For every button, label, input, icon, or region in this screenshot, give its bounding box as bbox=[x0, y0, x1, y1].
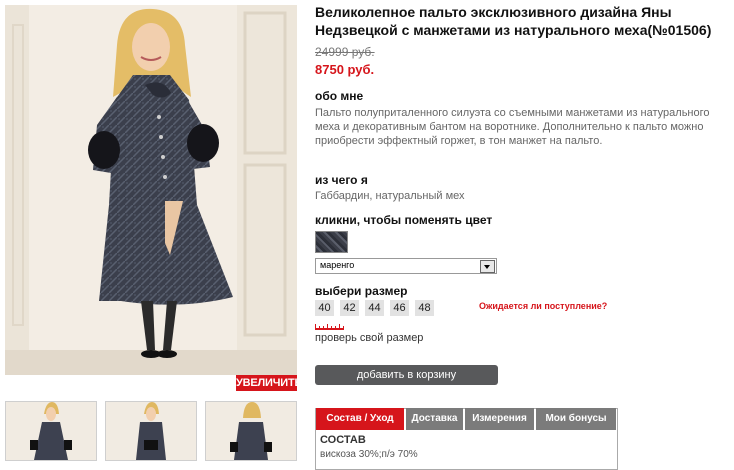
tab-bonuses[interactable]: Мои бонусы bbox=[536, 408, 616, 430]
size-option-44[interactable]: 44 bbox=[365, 300, 384, 316]
chevron-down-icon[interactable] bbox=[480, 260, 495, 273]
size-option-42[interactable]: 42 bbox=[340, 300, 359, 316]
about-heading: обо мне bbox=[315, 89, 364, 103]
zoom-button[interactable]: УВЕЛИЧИТЬ bbox=[236, 375, 302, 391]
color-dropdown[interactable]: маренго bbox=[315, 258, 497, 274]
check-size-link[interactable]: проверь свой размер bbox=[315, 332, 423, 344]
product-photo[interactable] bbox=[5, 5, 297, 375]
size-option-48[interactable]: 48 bbox=[415, 300, 434, 316]
size-option-40[interactable]: 40 bbox=[315, 300, 334, 316]
product-title: Великолепное пальто эксклюзивного дизайн… bbox=[315, 4, 712, 38]
tab-content-title: СОСТАВ bbox=[320, 434, 366, 446]
size-option-46[interactable]: 46 bbox=[390, 300, 409, 316]
size-heading: выбери размер bbox=[315, 284, 408, 298]
sale-price: 8750 руб. bbox=[315, 62, 375, 77]
ruler-icon bbox=[315, 324, 344, 330]
availability-link[interactable]: Ожидается ли поступление? bbox=[479, 301, 607, 311]
material-text: Габбардин, натуральный мех bbox=[315, 190, 465, 202]
about-text: Пальто полуприталенного силуэта со съемн… bbox=[315, 107, 710, 147]
tab-delivery[interactable]: Доставка bbox=[406, 408, 463, 430]
color-dropdown-value: маренго bbox=[320, 260, 355, 270]
tab-content-text: вискоза 30%;п/э 70% bbox=[320, 449, 418, 460]
color-heading: кликни, чтобы поменять цвет bbox=[315, 213, 493, 227]
thumbnail-1[interactable] bbox=[5, 401, 97, 461]
tab-composition-care[interactable]: Состав / Уход bbox=[316, 408, 404, 430]
material-heading: из чего я bbox=[315, 173, 368, 187]
thumbnail-3[interactable] bbox=[205, 401, 297, 461]
add-to-cart-button[interactable]: добавить в корзину bbox=[315, 365, 498, 385]
tab-measurements[interactable]: Измерения bbox=[465, 408, 534, 430]
color-swatch[interactable] bbox=[315, 231, 348, 253]
thumbnail-2[interactable] bbox=[105, 401, 197, 461]
old-price: 24999 руб. bbox=[315, 45, 375, 59]
